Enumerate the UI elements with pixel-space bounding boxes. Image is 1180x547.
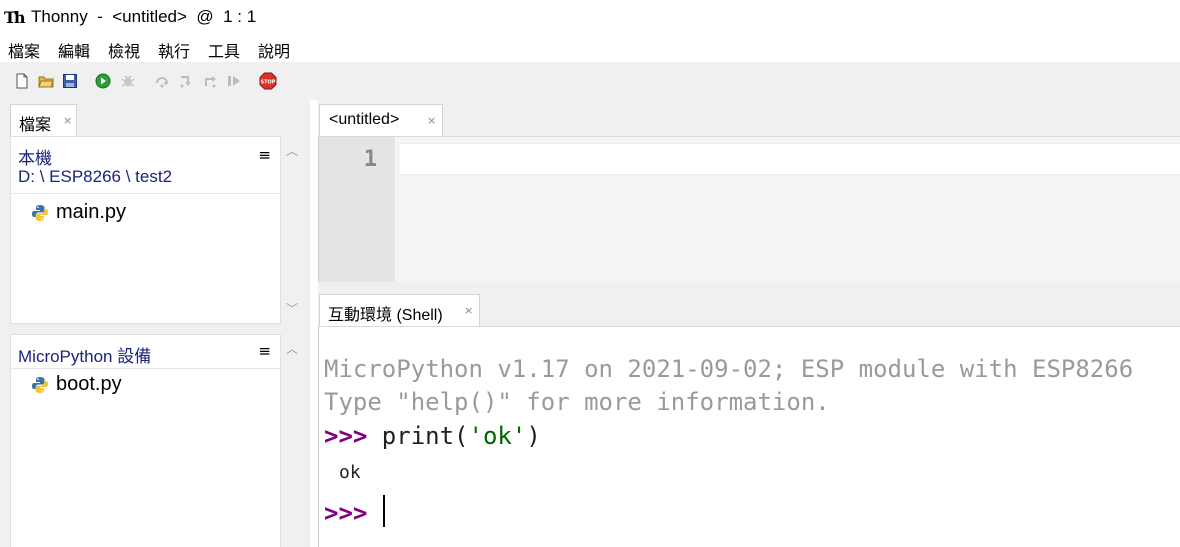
shell-console[interactable]: MicroPython v1.17 on 2021-09-02; ESP mod… [319, 326, 1180, 547]
menu-run[interactable]: 執行 [158, 38, 190, 62]
step-out-icon [205, 76, 216, 88]
tab-untitled[interactable]: <untitled> × [319, 104, 443, 136]
menu-edit[interactable]: 編輯 [58, 38, 90, 62]
file-name: boot.py [56, 373, 122, 395]
close-icon[interactable]: × [427, 114, 436, 127]
title-bar: Th Thonny - <untitled> @ 1 : 1 [0, 0, 1180, 34]
shell-command-code: print( [367, 422, 469, 450]
chevron-up-icon[interactable]: ︿ [286, 142, 298, 159]
tab-untitled-label: <untitled> [329, 111, 400, 128]
current-line-highlight[interactable] [400, 143, 1180, 175]
shell-banner-line: Type "help()" for more information. [324, 388, 830, 416]
toolbar: STOP [0, 62, 1180, 100]
device-files-panel: MicroPython 設備 ≡ boot.py [10, 334, 281, 547]
step-into-icon [180, 76, 191, 88]
stop-label: STOP [261, 80, 276, 86]
save-icon[interactable] [62, 73, 78, 89]
local-files-scrollbar[interactable]: ︿ ﹀ [282, 136, 304, 324]
text-cursor [383, 495, 385, 527]
device-location-title: MicroPython 設備 [18, 347, 152, 366]
python-file-icon [32, 204, 48, 221]
menu-view[interactable]: 檢視 [108, 38, 140, 62]
tab-shell[interactable]: 互動環境 (Shell) × [319, 294, 480, 326]
file-name: main.py [56, 201, 127, 223]
divider [11, 368, 280, 369]
tab-shell-label: 互動環境 (Shell) [328, 307, 443, 324]
menu-file[interactable]: 檔案 [8, 38, 40, 62]
shell-command-line: >>> print('ok') [324, 422, 541, 450]
debug-icon[interactable] [120, 73, 136, 89]
line-number-gutter: 1 [319, 137, 395, 283]
device-menu-icon[interactable]: ≡ [258, 342, 271, 360]
local-path-breadcrumb[interactable]: D: \ ESP8266 \ test2 [18, 167, 172, 187]
thonny-logo-icon: Th [4, 8, 26, 27]
local-menu-icon[interactable]: ≡ [258, 146, 271, 164]
step-over-icon [156, 77, 168, 88]
tab-files[interactable]: 檔案 × [10, 104, 77, 136]
line-number: 1 [363, 147, 377, 172]
shell-command-close: ) [526, 422, 541, 450]
file-item[interactable]: main.py [31, 201, 126, 224]
python-file-icon [32, 376, 48, 393]
shell-banner-line: MicroPython v1.17 on 2021-09-02; ESP mod… [324, 355, 1134, 383]
window-title: Thonny - <untitled> @ 1 : 1 [31, 7, 257, 26]
chevron-down-icon[interactable]: ﹀ [286, 300, 298, 317]
menu-tools[interactable]: 工具 [208, 38, 240, 62]
editor-tab-strip [318, 100, 1180, 136]
shell-current-prompt: >>> [324, 499, 368, 527]
shell-output: ok [339, 462, 361, 483]
file-item[interactable]: boot.py [31, 373, 122, 396]
device-files-scrollbar[interactable]: ︿ [282, 334, 304, 547]
menu-help[interactable]: 說明 [258, 38, 290, 62]
local-location-title: 本機 [18, 149, 52, 168]
run-icon[interactable] [95, 73, 111, 89]
close-icon[interactable]: × [464, 304, 473, 317]
shell-command-string: 'ok' [468, 422, 527, 450]
chevron-up-icon[interactable]: ︿ [286, 340, 298, 357]
tab-files-label: 檔案 [19, 115, 52, 134]
resume-icon [228, 76, 240, 86]
shell-prompt: >>> [324, 422, 368, 450]
stop-icon[interactable]: STOP [259, 72, 277, 90]
new-file-icon[interactable] [14, 73, 30, 89]
open-folder-icon[interactable] [38, 73, 54, 89]
divider [11, 193, 280, 194]
local-files-panel: 本機 D: \ ESP8266 \ test2 ≡ main.py [10, 136, 281, 324]
close-icon[interactable]: × [63, 114, 72, 127]
menu-bar: 檔案 編輯 檢視 執行 工具 說明 [0, 34, 1180, 62]
code-editor[interactable]: 1 [319, 136, 1180, 283]
